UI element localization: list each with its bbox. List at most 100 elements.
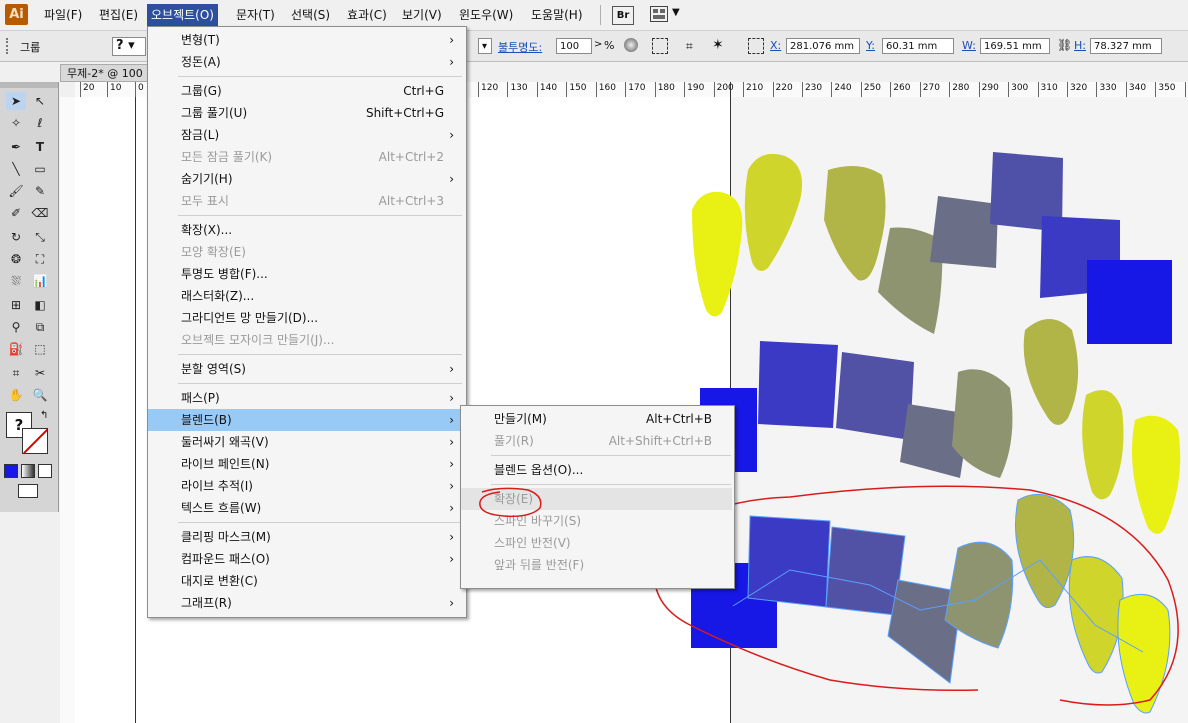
blend-menu-item[interactable]: 앞과 뒤를 반전(F) [461,554,732,576]
blob-brush-tool-icon[interactable]: ✐ [6,204,26,222]
object-menu-item[interactable]: 그룹(G) Ctrl+G [148,80,464,102]
graph-tool-icon[interactable]: 📊 [30,272,50,290]
lasso-tool-icon[interactable]: ℓ [30,114,50,132]
blend-menu-item[interactable]: 블렌드 옵션(O)... [461,459,732,481]
blend-tool-icon[interactable]: ⧉ [30,318,50,336]
eraser-tool-icon[interactable]: ⌫ [30,204,50,222]
direct-selection-tool-icon[interactable]: ↖ [30,92,50,110]
live-paint-selection-icon[interactable]: ⬚ [30,340,50,358]
object-menu-item[interactable]: 잠금(L) › [148,124,464,146]
menu-item-label: 둘러싸기 왜곡(V) [181,435,269,449]
object-menu-item[interactable]: 변형(T) › [148,29,464,51]
menu-item-label: 패스(P) [181,391,220,405]
chevron-right-icon: › [449,362,454,376]
object-menu-item[interactable]: 숨기기(H) › [148,168,464,190]
square-shape[interactable] [758,341,838,428]
teardrop-shape[interactable] [692,191,743,317]
magic-wand-tool-icon[interactable]: ✧ [6,114,26,132]
blend-menu-item[interactable]: 만들기(M) Alt+Ctrl+B [461,408,732,430]
object-menu-item[interactable]: 오브젝트 모자이크 만들기(J)... [148,329,464,351]
menu-separator [178,383,462,384]
teardrop-shape[interactable] [824,166,886,281]
selection-tool-icon[interactable]: ➤ [6,92,26,110]
object-menu-item[interactable]: 텍스트 흐름(W) › [148,497,464,519]
object-menu-item[interactable]: 그라디언트 망 만들기(D)... [148,307,464,329]
line-tool-icon[interactable]: ╲ [6,160,26,178]
blend-menu-item[interactable]: 스파인 반전(V) [461,532,732,554]
square-shape[interactable] [930,196,998,268]
object-menu-item[interactable]: 그래프(R) › [148,592,464,614]
object-menu-item[interactable]: 패스(P) › [148,387,464,409]
object-menu-item[interactable]: 블렌드(B) › [148,409,464,431]
selected-shape[interactable] [747,515,831,608]
teardrop-shape[interactable] [1023,319,1079,425]
object-menu: 변형(T) › 정돈(A) › 그룹(G) Ctrl+G 그룹 풀기(U) Shift+Ctr… [147,26,467,618]
menu-item-shortcut: Alt+Ctrl+3 [378,194,444,208]
object-menu-item[interactable]: 둘러싸기 왜곡(V) › [148,431,464,453]
rectangle-tool-icon[interactable]: ▭ [30,160,50,178]
object-menu-item[interactable]: 확장(X)... [148,219,464,241]
scale-tool-icon[interactable]: ⤡ [30,228,50,246]
artboard-tool-icon[interactable]: ⌗ [6,364,26,382]
paintbrush-tool-icon[interactable]: 🖌 [6,182,26,200]
gradient-mode-icon[interactable] [21,464,35,478]
hand-tool-icon[interactable]: ✋ [6,386,26,404]
chevron-right-icon: › [449,435,454,449]
menu-item-label: 확장(X)... [181,223,233,237]
object-menu-item[interactable]: 그룹 풀기(U) Shift+Ctrl+G [148,102,464,124]
object-menu-item[interactable]: 라이브 페인트(N) › [148,453,464,475]
selected-shape[interactable] [825,526,906,616]
live-paint-tool-icon[interactable]: ⛽ [6,340,26,358]
menu-item-label: 잠금(L) [181,128,220,142]
gradient-tool-icon[interactable]: ◧ [30,296,50,314]
teardrop-shape[interactable] [1082,390,1124,500]
warp-tool-icon[interactable]: ❂ [6,250,26,268]
object-menu-item[interactable]: 모두 표시 Alt+Ctrl+3 [148,190,464,212]
menu-item-label: 그래프(R) [181,596,232,610]
none-mode-icon[interactable] [38,464,52,478]
menu-item-label: 변형(T) [181,33,220,47]
stroke-none-swatch[interactable] [22,428,48,454]
type-tool-icon[interactable]: T [30,138,50,156]
slice-tool-icon[interactable]: ✂ [30,364,50,382]
object-menu-item[interactable]: 대지로 변환(C) [148,570,464,592]
object-menu-item[interactable]: 라이브 추적(I) › [148,475,464,497]
swap-colors-icon[interactable]: ↰ [40,410,48,421]
object-menu-item[interactable]: 컴파운드 패스(O) › [148,548,464,570]
pencil-tool-icon[interactable]: ✎ [30,182,50,200]
menu-item-label: 모두 표시 [181,194,229,208]
menu-item-shortcut: Alt+Shift+Ctrl+B [608,434,712,448]
zoom-tool-icon[interactable]: 🔍 [30,386,50,404]
chevron-right-icon: › [449,413,454,427]
chevron-right-icon: › [449,501,454,515]
selected-shape[interactable] [1015,493,1075,609]
pen-tool-icon[interactable]: ✒ [6,138,26,156]
menu-item-shortcut: Ctrl+G [403,84,444,98]
mesh-tool-icon[interactable]: ⊞ [6,296,26,314]
rotate-tool-icon[interactable]: ↻ [6,228,26,246]
menu-item-shortcut: Alt+Ctrl+B [646,412,712,426]
free-transform-tool-icon[interactable]: ⛶ [30,250,50,268]
object-menu-item[interactable]: 모든 잠금 풀기(K) Alt+Ctrl+2 [148,146,464,168]
screen-mode-icon[interactable] [18,484,38,498]
selected-shape[interactable] [1117,593,1171,714]
object-menu-item[interactable]: 클리핑 마스크(M) › [148,526,464,548]
menu-item-label: 모든 잠금 풀기(K) [181,150,273,164]
object-menu-item[interactable]: 분할 영역(S) › [148,358,464,380]
menu-item-label: 블렌드 옵션(O)... [494,463,584,477]
selected-shape[interactable] [1068,556,1124,674]
object-menu-item[interactable]: 정돈(A) › [148,51,464,73]
symbol-sprayer-tool-icon[interactable]: ⛆ [6,272,26,290]
object-menu-item[interactable]: 래스터화(Z)... [148,285,464,307]
eyedropper-tool-icon[interactable]: ⚲ [6,318,26,336]
object-menu-item[interactable]: 모양 확장(E) [148,241,464,263]
square-shape[interactable] [1087,260,1172,344]
blend-menu-item[interactable]: 풀기(R) Alt+Shift+Ctrl+B [461,430,732,452]
teardrop-shape[interactable] [744,153,803,271]
menu-item-label: 라이브 페인트(N) [181,457,270,471]
menu-item-label: 오브젝트 모자이크 만들기(J)... [181,333,335,347]
object-menu-item[interactable]: 투명도 병합(F)... [148,263,464,285]
teardrop-shape[interactable] [1131,415,1181,534]
color-mode-icon[interactable] [4,464,18,478]
square-shape[interactable] [836,352,914,440]
